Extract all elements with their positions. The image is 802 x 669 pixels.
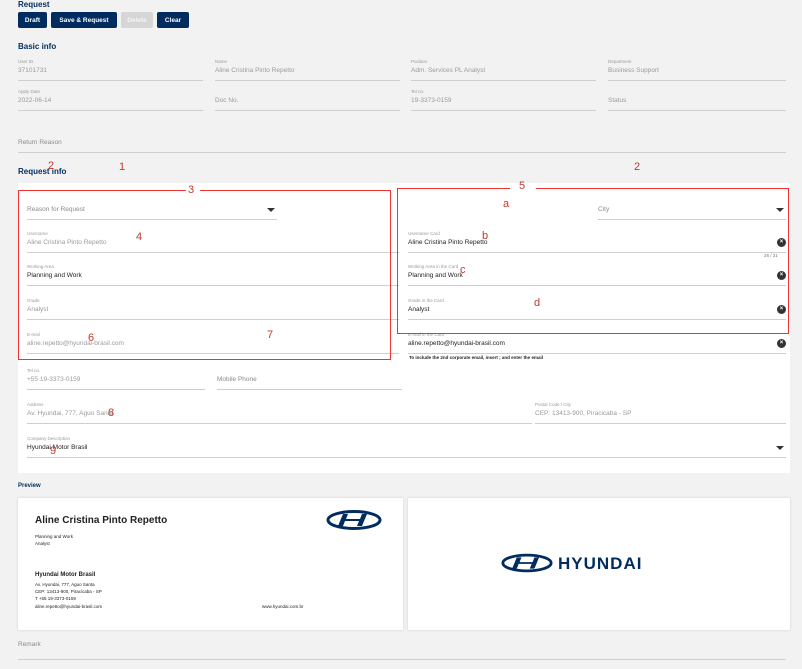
- card-address: Av. Hyundai, 777, Aguo Santa: [35, 582, 95, 587]
- postal-code-field: Postal Code / City CEP: 13413-900, Pirac…: [535, 402, 786, 424]
- department-label: Department: [608, 59, 632, 64]
- annotation-label: 8: [108, 407, 115, 419]
- brand-wordmark: HYUNDAI: [558, 554, 643, 573]
- annotation-label: 4: [136, 231, 143, 243]
- annotation-label: b: [482, 230, 489, 242]
- position-value: Adm. Services PL Analyst: [411, 67, 486, 74]
- return-reason-field[interactable]: Return Reason: [18, 131, 786, 153]
- card-front-preview: Aline Cristina Pinto Repetto Planning an…: [18, 498, 403, 630]
- card-area: Planning and Work: [35, 534, 73, 539]
- delete-button[interactable]: Delete: [121, 12, 153, 28]
- address-field: Address Av. Hyundai, 777, Aguo Santa: [27, 402, 532, 424]
- annotation-label: 2: [48, 160, 55, 172]
- preview-title: Preview: [18, 483, 41, 489]
- card-postal: CEP: 13413-900, Piracicaba - SP: [35, 589, 102, 594]
- position-label: Position: [411, 59, 428, 64]
- user-id-value: 37101731: [18, 67, 47, 74]
- annotation-label: 3: [188, 184, 195, 196]
- tel-no-field: Tel no. 19-3373-0159: [411, 89, 596, 111]
- card-tel: T +55 19-3373-0159: [35, 596, 76, 601]
- tel-no-label-2: Tel no.: [27, 368, 41, 373]
- email-card-value: aline.repetto@hyundai-brasil.com: [408, 340, 505, 347]
- request-info-title: Request info: [18, 167, 67, 176]
- remark-placeholder: Remark: [18, 641, 41, 648]
- card-website: www.hyundai.com.br: [262, 604, 304, 609]
- remark-input[interactable]: Remark: [18, 638, 786, 660]
- address-value: Av. Hyundai, 777, Aguo Santa: [27, 410, 114, 417]
- card-grade: Analyst: [35, 541, 50, 546]
- card-back-preview: HYUNDAI: [408, 498, 790, 630]
- department-value: Business Support: [608, 67, 659, 74]
- request-title: Request: [18, 0, 50, 9]
- hyundai-logo-icon: [326, 510, 382, 530]
- email-hint: To include the 2nd corporate email, inse…: [409, 355, 543, 360]
- mobile-phone-placeholder: Mobile Phone: [217, 376, 257, 383]
- name-label: Name: [215, 59, 228, 64]
- save-request-button[interactable]: Save & Request: [51, 12, 117, 28]
- tel-no-label: Tel no.: [411, 89, 425, 94]
- annotation-label: 9: [50, 445, 57, 457]
- status-placeholder: Status: [608, 97, 627, 104]
- clear-icon[interactable]: ×: [777, 339, 786, 348]
- postal-code-value: CEP: 13413-900, Piracicaba - SP: [535, 410, 632, 417]
- tel-no-value: 19-3373-0159: [411, 97, 452, 104]
- annotation-label: 5: [519, 180, 526, 192]
- status-field: Status: [608, 89, 786, 111]
- annotation-label: d: [534, 297, 541, 309]
- user-id-field: User ID 37101731: [18, 59, 203, 81]
- annotation-label: c: [460, 264, 466, 276]
- clear-button[interactable]: Clear: [157, 12, 189, 28]
- return-reason-placeholder: Return Reason: [18, 139, 62, 146]
- user-id-label: User ID: [18, 59, 34, 64]
- draft-button[interactable]: Draft: [18, 12, 47, 28]
- mobile-phone-input[interactable]: Mobile Phone: [217, 368, 402, 390]
- card-name: Aline Cristina Pinto Repetto: [35, 515, 168, 526]
- apply-date-value: 2022-06-14: [18, 97, 52, 104]
- tel-no-value-2: +55 19-3373-0159: [27, 376, 81, 383]
- annotation-label: 7: [267, 329, 274, 341]
- position-field: Position Adm. Services PL Analyst: [411, 59, 596, 81]
- address-label: Address: [27, 402, 44, 407]
- annotation-box-left: [18, 190, 391, 360]
- card-email: aline.repetto@hyundai-brasil.com: [35, 604, 103, 609]
- doc-no-placeholder: Doc No.: [215, 97, 239, 104]
- card-company: Hyundai Motor Brasil: [35, 572, 96, 578]
- doc-no-field: Doc No.: [215, 89, 400, 111]
- postal-code-label: Postal Code / City: [535, 402, 572, 407]
- company-description-label: Company Description: [27, 436, 71, 441]
- basic-info-title: Basic info: [18, 42, 57, 51]
- email-card-input[interactable]: E-mail in the Card aline.repetto@hyundai…: [408, 332, 786, 354]
- hyundai-logo-icon: [501, 553, 553, 573]
- name-value: Aline Cristina Pinto Repetto: [215, 67, 295, 74]
- apply-date-label: Apply Date: [18, 89, 41, 94]
- chevron-down-icon: [776, 446, 784, 450]
- annotation-label: 1: [119, 161, 126, 173]
- department-field: Department Business Support: [608, 59, 786, 81]
- annotation-label: 6: [88, 332, 95, 344]
- tel-no-field-2: Tel no. +55 19-3373-0159: [27, 368, 205, 390]
- annotation-label: a: [503, 198, 510, 210]
- company-description-select[interactable]: Company Description Hyundai Motor Brasil: [27, 436, 786, 458]
- apply-date-field: Apply Date 2022-06-14: [18, 89, 203, 111]
- name-field: Name Aline Cristina Pinto Repetto: [215, 59, 400, 81]
- annotation-box-right: [397, 188, 789, 334]
- company-description-value: Hyundai Motor Brasil: [27, 444, 88, 451]
- annotation-label: 2: [634, 161, 641, 173]
